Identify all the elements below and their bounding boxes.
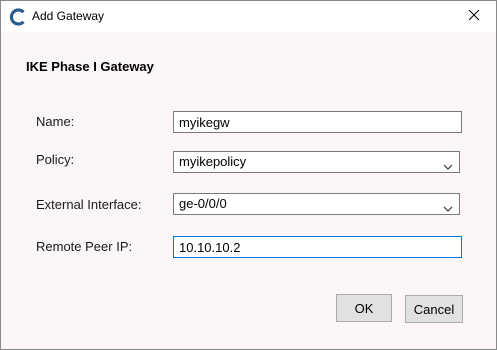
c-logo-icon	[9, 8, 27, 26]
external-interface-select-value: ge-0/0/0	[179, 196, 227, 211]
close-icon	[468, 8, 480, 26]
window-title: Add Gateway	[32, 9, 105, 23]
dialog-body: IKE Phase I Gateway Name: Policy: myikep…	[1, 32, 496, 349]
remote-peer-ip-label: Remote Peer IP:	[36, 239, 133, 254]
remote-peer-ip-input[interactable]	[173, 236, 462, 258]
chevron-down-icon	[443, 158, 453, 170]
title-bar[interactable]: Add Gateway	[1, 1, 496, 32]
close-button[interactable]	[451, 1, 496, 32]
name-input[interactable]	[173, 111, 462, 133]
policy-label: Policy:	[36, 152, 75, 167]
external-interface-label: External Interface:	[36, 197, 142, 212]
ok-button[interactable]: OK	[336, 294, 392, 322]
section-title: IKE Phase I Gateway	[26, 59, 154, 74]
policy-select-value: myikepolicy	[179, 154, 247, 169]
external-interface-select[interactable]: ge-0/0/0	[173, 193, 460, 215]
chevron-down-icon	[443, 200, 453, 212]
add-gateway-dialog: Add Gateway IKE Phase I Gateway Name: Po…	[0, 0, 497, 350]
name-label: Name:	[36, 114, 75, 129]
policy-select[interactable]: myikepolicy	[173, 151, 460, 173]
cancel-button[interactable]: Cancel	[405, 295, 463, 323]
